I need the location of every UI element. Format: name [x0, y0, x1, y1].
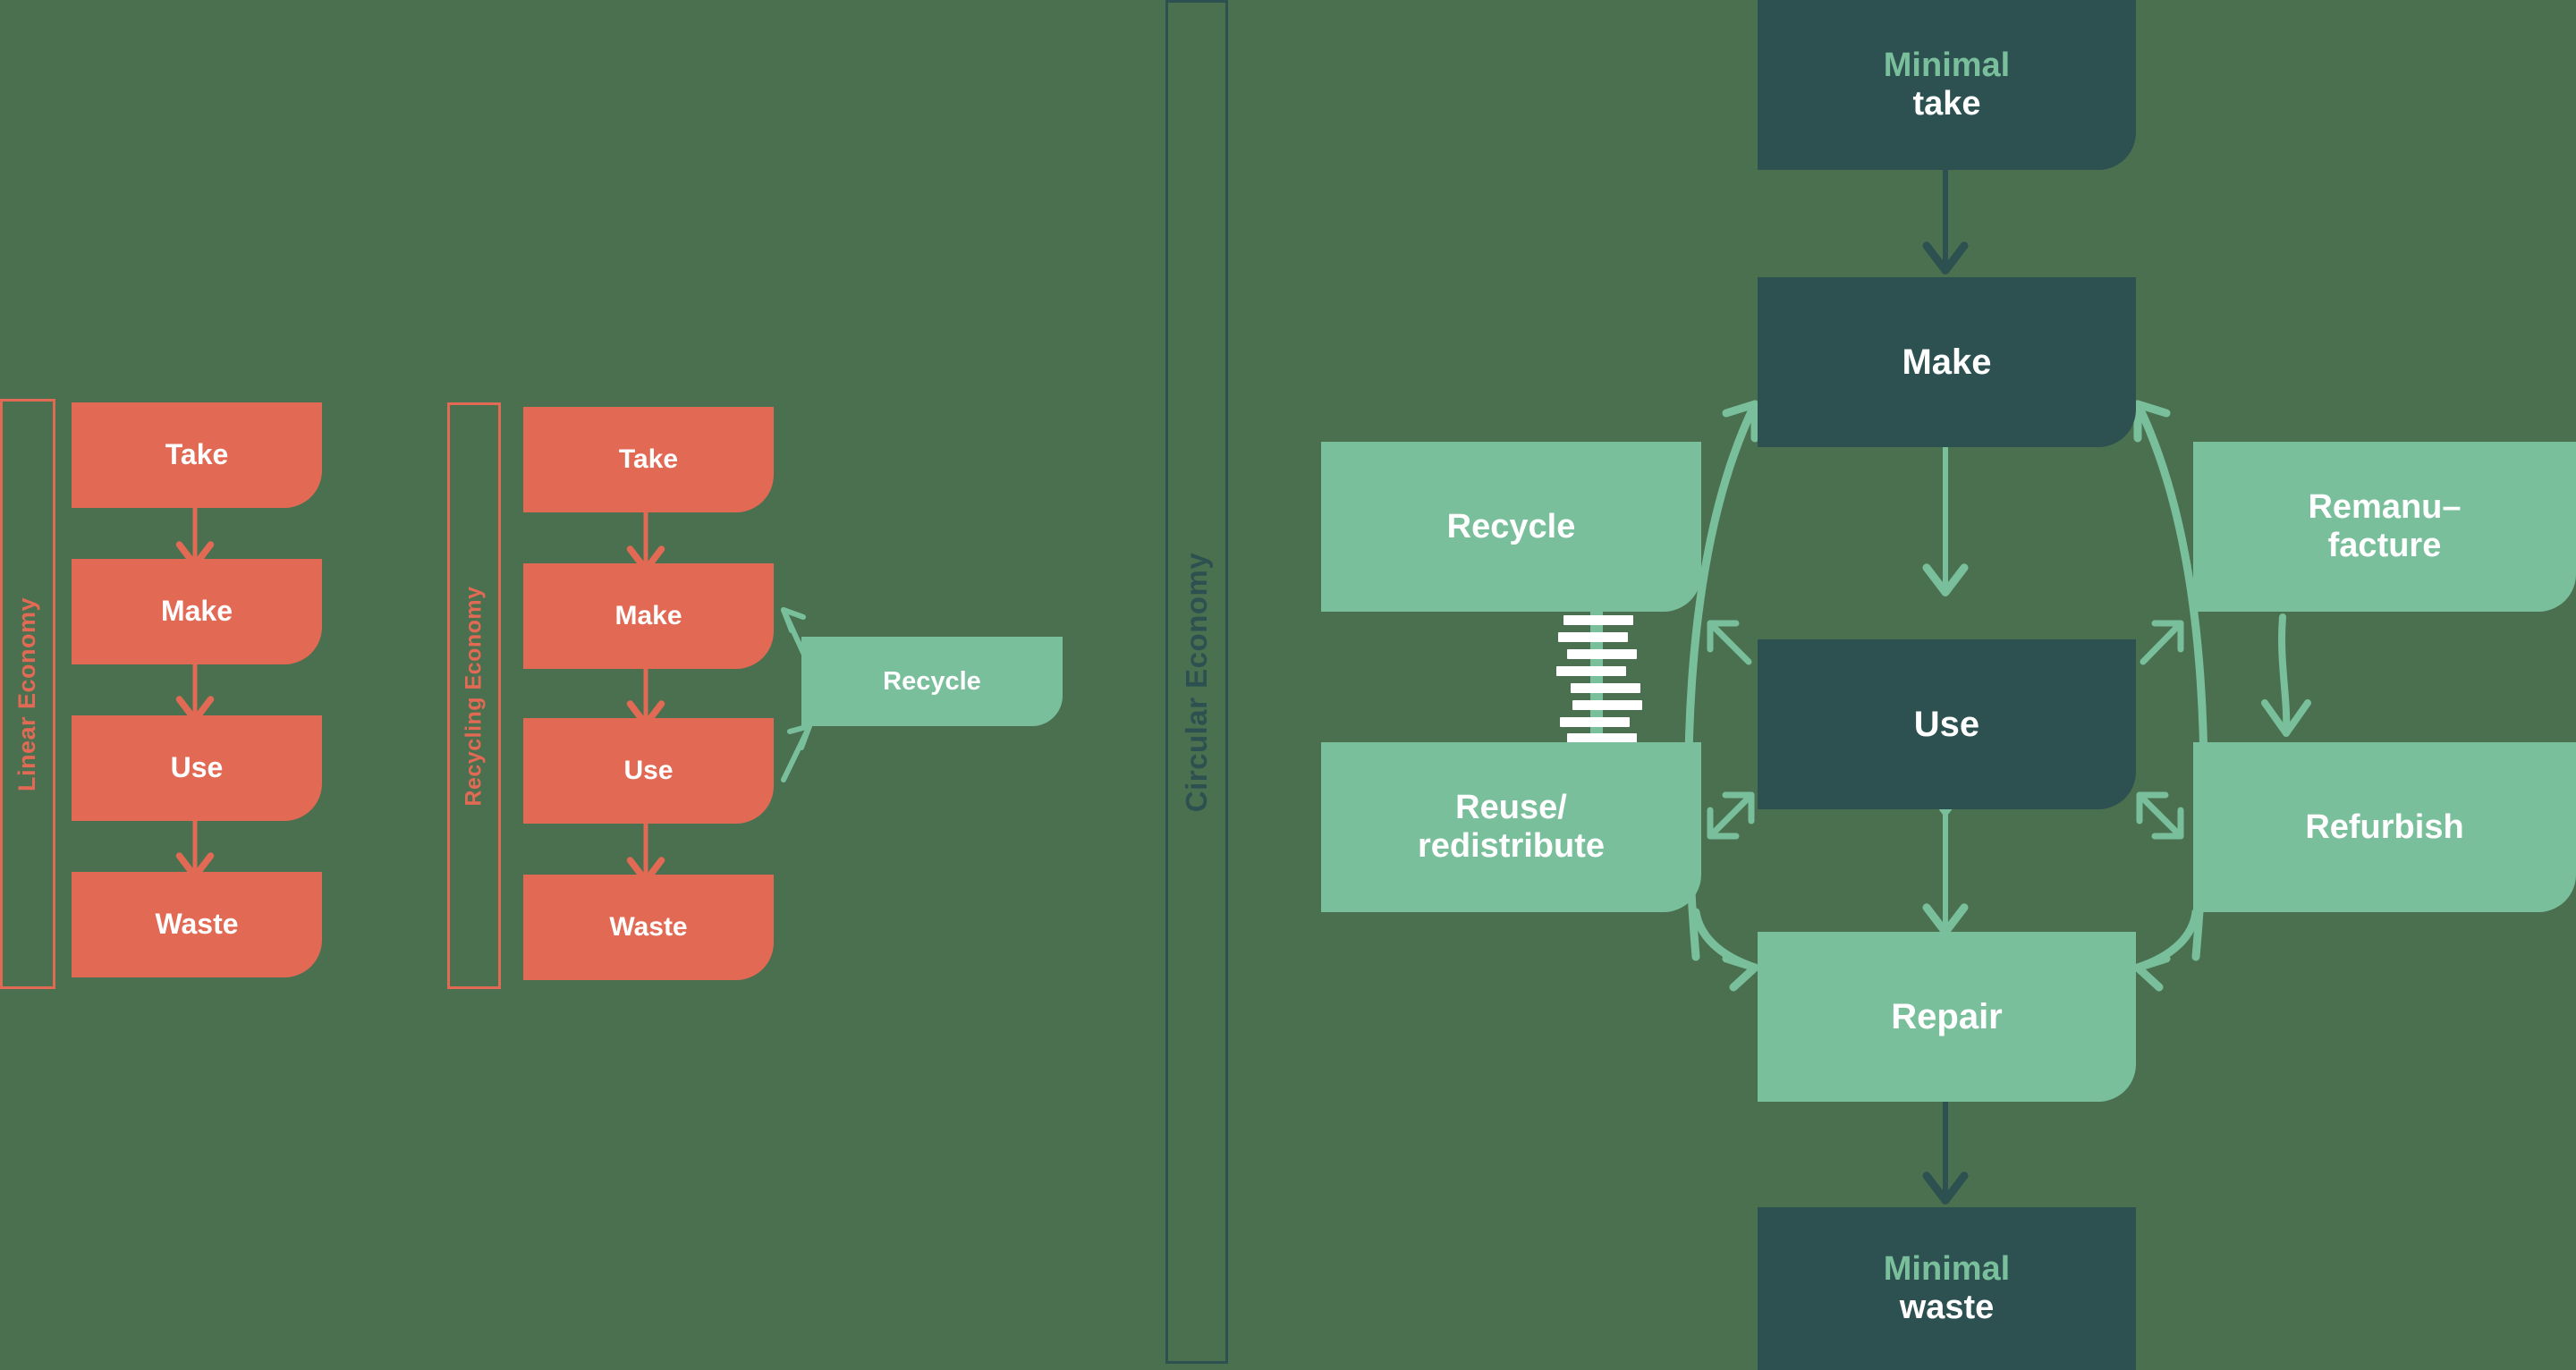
circular-loop-recycle-label: Recycle [1446, 507, 1576, 545]
circular-loop-refurbish: Refurbish [2193, 742, 2576, 912]
linear-step-take: Take [72, 402, 322, 508]
recycling-step-take-label: Take [618, 444, 679, 475]
circular-minimal-take-line1: Minimal [1883, 47, 2011, 85]
connector-layer [175, 170, 2311, 1205]
circular-loop-refurbish-label: Refurbish [2305, 808, 2464, 846]
circular-loop-reuse-line2: redistribute [1417, 827, 1606, 865]
circular-loop-reuse-line1: Reuse/ [1455, 789, 1567, 827]
recycling-economy-label-frame: Recycling Economy [447, 402, 501, 989]
linear-step-waste-label: Waste [155, 908, 239, 941]
circular-minimal-take: Minimal take [1758, 0, 2136, 170]
circular-minimal-waste-line1: Minimal [1883, 1250, 2011, 1289]
circular-core-make-label: Make [1902, 342, 1992, 382]
circular-minimal-take-line2: take [1912, 85, 1981, 123]
circular-minimal-waste-line2: waste [1899, 1289, 1995, 1326]
circular-economy-label-frame: Circular Economy [1165, 0, 1228, 1364]
recycling-loop-recycle: Recycle [801, 637, 1063, 726]
circular-loop-remanufacture: Remanu– facture [2193, 442, 2576, 612]
circular-core-repair-label: Repair [1891, 996, 2003, 1036]
circular-core-use: Use [1758, 639, 2136, 809]
circular-loop-reuse: Reuse/ redistribute [1321, 742, 1701, 912]
linear-step-take-label: Take [165, 438, 229, 471]
circular-core-use-label: Use [1913, 704, 1980, 744]
recycling-economy-label: Recycling Economy [461, 585, 487, 807]
linear-economy-label: Linear Economy [13, 596, 41, 791]
circular-loop-remanufacture-line2: facture [2327, 527, 2442, 564]
linear-economy-label-frame: Linear Economy [0, 399, 55, 989]
linear-step-make: Make [72, 559, 322, 664]
recycling-loop-recycle-label: Recycle [883, 666, 981, 696]
recycling-step-take: Take [523, 407, 774, 512]
recycling-step-waste-label: Waste [609, 912, 688, 943]
linear-step-use-label: Use [170, 751, 224, 784]
linear-step-use: Use [72, 715, 322, 821]
recycling-step-make: Make [523, 563, 774, 669]
circular-core-repair: Repair [1758, 932, 2136, 1102]
diagram-canvas: Linear Economy Take Make Use Waste Recyc… [0, 0, 2576, 1370]
recycling-step-waste: Waste [523, 875, 774, 980]
circular-loop-recycle: Recycle [1321, 442, 1701, 612]
circular-loop-remanufacture-line1: Remanu– [2308, 488, 2462, 527]
recycling-step-make-label: Make [614, 601, 682, 631]
circular-minimal-waste: Minimal waste [1758, 1207, 2136, 1370]
recycling-step-use-label: Use [623, 756, 674, 786]
recycling-step-use: Use [523, 718, 774, 824]
circular-economy-label: Circular Economy [1180, 552, 1214, 812]
linear-step-waste: Waste [72, 872, 322, 977]
circular-core-make: Make [1758, 277, 2136, 447]
linear-step-make-label: Make [160, 595, 233, 628]
